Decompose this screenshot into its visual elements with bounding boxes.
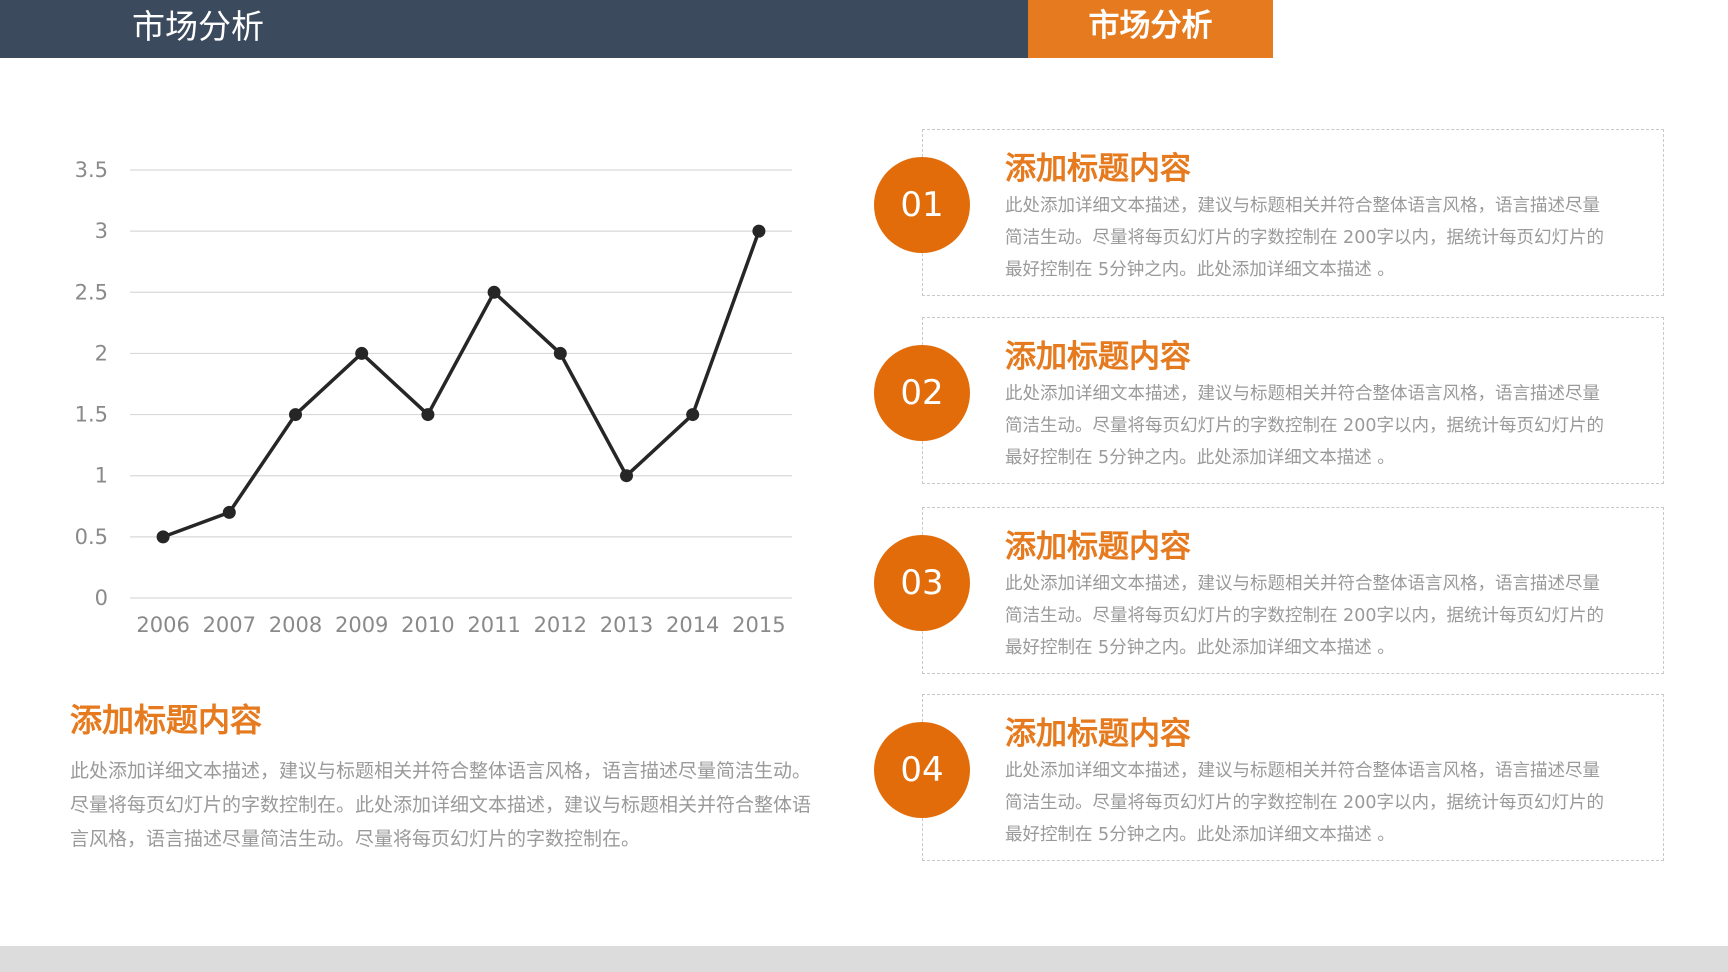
item-description: 此处添加详细文本描述，建议与标题相关并符合整体语言风格，语言描述尽量 简洁生动。… <box>1005 568 1645 664</box>
data-point <box>421 408 435 422</box>
x-tick-label: 2007 <box>203 613 256 637</box>
item-line: 简洁生动。尽量将每页幻灯片的字数控制在 200字以内，据统计每页幻灯片的 <box>1005 228 1604 248</box>
left-block-title: 添加标题内容 <box>70 701 263 739</box>
line-chart: 0 0.5 1 1.5 2 2.5 3 3.5 2006 2007 2008 2009 2010 201… <box>75 158 792 637</box>
y-tick-label: 3.5 <box>75 158 108 182</box>
y-tick-label: 2 <box>95 341 108 365</box>
x-tick-label: 2009 <box>335 613 388 637</box>
data-point <box>156 530 170 544</box>
y-tick-label: 0.5 <box>75 525 108 549</box>
left-block-line: 尽量将每页幻灯片的字数控制在。此处添加详细文本描述，建议与标题相关并符合整体语 <box>70 794 812 816</box>
item-line: 最好控制在 5分钟之内。此处添加详细文本描述 。 <box>1005 825 1395 845</box>
x-tick-label: 2010 <box>401 613 454 637</box>
item-line: 最好控制在 5分钟之内。此处添加详细文本描述 。 <box>1005 638 1395 658</box>
left-block-line: 此处添加详细文本描述，建议与标题相关并符合整体语言风格，语言描述尽量简洁生动。 <box>70 760 812 782</box>
chart-series <box>162 230 761 539</box>
item-line: 最好控制在 5分钟之内。此处添加详细文本描述 。 <box>1005 260 1395 280</box>
item-line: 此处添加详细文本描述，建议与标题相关并符合整体语言风格，语言描述尽量 <box>1005 196 1600 216</box>
x-tick-label: 2015 <box>732 613 785 637</box>
item-title: 添加标题内容 <box>1005 151 1191 187</box>
header-tag: 市场分析 <box>1028 0 1273 58</box>
chart-points <box>156 224 766 544</box>
item-line: 此处添加详细文本描述，建议与标题相关并符合整体语言风格，语言描述尽量 <box>1005 761 1600 781</box>
y-tick-label: 0 <box>95 586 108 610</box>
item-line: 最好控制在 5分钟之内。此处添加详细文本描述 。 <box>1005 448 1395 468</box>
x-tick-label: 2008 <box>269 613 322 637</box>
item-line: 简洁生动。尽量将每页幻灯片的字数控制在 200字以内，据统计每页幻灯片的 <box>1005 793 1604 813</box>
item-line: 简洁生动。尽量将每页幻灯片的字数控制在 200字以内，据统计每页幻灯片的 <box>1005 416 1604 436</box>
item-description: 此处添加详细文本描述，建议与标题相关并符合整体语言风格，语言描述尽量 简洁生动。… <box>1005 378 1645 474</box>
data-point <box>620 469 633 483</box>
data-point <box>355 346 369 360</box>
left-block-description: 此处添加详细文本描述，建议与标题相关并符合整体语言风格，语言描述尽量简洁生动。 … <box>70 754 820 856</box>
item-line: 简洁生动。尽量将每页幻灯片的字数控制在 200字以内，据统计每页幻灯片的 <box>1005 606 1604 626</box>
header-title: 市场分析 <box>132 7 264 46</box>
item-description: 此处添加详细文本描述，建议与标题相关并符合整体语言风格，语言描述尽量 简洁生动。… <box>1005 190 1645 286</box>
x-tick-label: 2006 <box>136 613 189 637</box>
data-point <box>752 224 766 238</box>
chart-x-ticks: 2006 2007 2008 2009 2010 2011 2012 2013 2014 2015 <box>136 613 785 637</box>
item-number-badge: 02 <box>874 345 970 441</box>
y-tick-label: 1 <box>95 464 108 488</box>
series-line <box>162 230 761 539</box>
x-tick-label: 2013 <box>600 613 653 637</box>
item-title: 添加标题内容 <box>1005 716 1191 752</box>
y-tick-label: 2.5 <box>75 280 108 304</box>
data-point <box>289 408 302 422</box>
y-tick-label: 3 <box>95 219 108 243</box>
chart-y-ticks: 0 0.5 1 1.5 2 2.5 3 3.5 <box>75 158 108 610</box>
item-number-badge: 03 <box>874 535 970 631</box>
item-line: 此处添加详细文本描述，建议与标题相关并符合整体语言风格，语言描述尽量 <box>1005 384 1600 404</box>
item-description: 此处添加详细文本描述，建议与标题相关并符合整体语言风格，语言描述尽量 简洁生动。… <box>1005 755 1645 851</box>
x-tick-label: 2011 <box>467 613 520 637</box>
item-number-badge: 01 <box>874 157 970 253</box>
data-point <box>487 285 501 299</box>
item-title: 添加标题内容 <box>1005 529 1191 565</box>
left-block-line: 言风格，语言描述尽量简洁生动。尽量将每页幻灯片的字数控制在。 <box>70 828 641 850</box>
data-point <box>686 408 700 422</box>
data-point <box>553 346 567 360</box>
data-point <box>222 505 236 519</box>
x-tick-label: 2014 <box>666 613 719 637</box>
x-tick-label: 2012 <box>534 613 587 637</box>
chart-grid <box>130 169 792 599</box>
item-line: 此处添加详细文本描述，建议与标题相关并符合整体语言风格，语言描述尽量 <box>1005 574 1600 594</box>
y-tick-label: 1.5 <box>75 403 108 427</box>
item-number-badge: 04 <box>874 722 970 818</box>
item-title: 添加标题内容 <box>1005 339 1191 375</box>
footer-bar <box>0 946 1728 972</box>
